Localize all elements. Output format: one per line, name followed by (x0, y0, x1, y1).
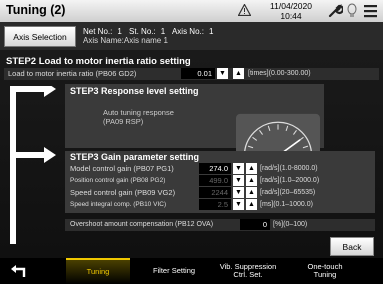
gain-decrease-button[interactable]: ▼ (233, 163, 244, 174)
gain-parameter-title: STEP3 Gain parameter setting (70, 152, 200, 162)
gain-label: Speed integral comp. (PB10 VIC) (70, 201, 167, 208)
gain-row-pb09: Speed control gain (PB09 VG2) 2244 ▼ ▲ [… (65, 187, 375, 198)
tab-filter-setting[interactable]: Filter Setting (142, 258, 206, 284)
net-no-value: 1 (117, 27, 122, 36)
axis-selection-button[interactable]: Axis Selection (4, 26, 76, 47)
gain-decrease-button[interactable]: ▼ (233, 175, 244, 186)
axis-no-label: Axis No.: (171, 27, 204, 36)
overshoot-label: Overshoot amount compensation (PB12 OVA) (70, 221, 214, 228)
page-title: Tuning (2) (6, 3, 66, 17)
gain-label: Model control gain (PB07 PG1) (70, 164, 174, 173)
gain-row-pb10: Speed integral comp. (PB10 VIC) 2.5 ▼ ▲ … (65, 199, 375, 210)
gain-increase-button[interactable]: ▲ (246, 175, 257, 186)
tab-one-touch-tuning[interactable]: One-touch Tuning (290, 258, 360, 284)
tuning-content: STEP2 Load to motor inertia ratio settin… (0, 50, 383, 258)
time-text: 10:44 (280, 11, 302, 21)
return-arrow-icon[interactable] (10, 265, 26, 279)
flow-arrows (10, 86, 56, 244)
axis-info: Net No.: 1 St. No.: 1 Axis No.: 1 Axis Name… (83, 27, 218, 45)
step2-title: STEP2 Load to motor inertia ratio settin… (6, 56, 191, 67)
axis-bar: Axis Selection Net No.: 1 St. No.: 1 Axis … (0, 22, 383, 50)
response-desc-line2: (PA09 RSP) (103, 117, 144, 126)
gain-decrease-button[interactable]: ▼ (233, 199, 244, 210)
gain-value: 2244 (199, 187, 231, 198)
overshoot-unit: [%](0–100) (273, 221, 308, 228)
gain-label: Speed control gain (PB09 VG2) (70, 188, 176, 197)
gain-unit: [rad/s](1.0–2000.0) (260, 177, 320, 184)
tab-label-line2: Ctrl. Set. (233, 270, 263, 279)
st-no-label: St. No.: (129, 27, 156, 36)
axis-name-label: Axis Name: (83, 36, 124, 45)
inertia-ratio-row: Load to motor inertia ratio (PB06 GD2) 0… (4, 68, 379, 80)
inertia-ratio-label: Load to motor inertia ratio (PB06 GD2) (8, 69, 137, 78)
inertia-increase-button[interactable]: ▲ (233, 68, 244, 79)
gain-increase-button[interactable]: ▲ (246, 199, 257, 210)
inertia-ratio-value[interactable]: 0.01 (181, 68, 215, 79)
st-no-value: 1 (160, 27, 166, 36)
axis-no-value: 1 (208, 27, 214, 36)
tab-label-line2: Tuning (313, 270, 337, 279)
tab-tuning[interactable]: Tuning (66, 258, 130, 284)
overshoot-value[interactable]: 0 (240, 219, 270, 230)
gain-unit: [rad/s](20–65535) (260, 189, 316, 196)
gain-increase-button[interactable]: ▲ (246, 163, 257, 174)
menu-icon[interactable] (364, 4, 377, 18)
gain-value[interactable]: 274.0 (199, 163, 231, 174)
datetime: 11/04/2020 10:44 (258, 1, 324, 21)
response-level-title: STEP3 Response level setting (70, 86, 199, 96)
gain-decrease-button[interactable]: ▼ (233, 187, 244, 198)
gain-parameter-panel: STEP3 Gain parameter setting Model contr… (65, 151, 375, 213)
gain-unit: [ms](0.1–1000.0) (260, 201, 313, 208)
inertia-decrease-button[interactable]: ▼ (217, 68, 228, 79)
warning-icon[interactable] (238, 4, 251, 16)
gain-label: Position control gain (PB08 PG2) (70, 177, 166, 184)
wrench-icon[interactable] (327, 3, 343, 19)
gain-unit: [rad/s](1.0-8000.0) (260, 165, 318, 172)
gain-value: 499.0 (199, 175, 231, 186)
gain-value: 2.5 (199, 199, 231, 210)
gain-row-pb07: Model control gain (PB07 PG1) 274.0 ▼ ▲ … (65, 163, 375, 174)
tab-label: Filter Setting (152, 266, 196, 275)
date-text: 11/04/2020 (270, 1, 312, 11)
overshoot-row: Overshoot amount compensation (PB12 OVA)… (65, 219, 375, 231)
tab-label: Tuning (86, 267, 110, 276)
response-level-desc: Auto tuning response (PA09 RSP) (103, 108, 174, 126)
response-desc-line1: Auto tuning response (103, 108, 174, 117)
back-button[interactable]: Back (330, 237, 374, 256)
gain-increase-button[interactable]: ▲ (246, 187, 257, 198)
inertia-ratio-unit: [times](0.00-300.00) (248, 70, 311, 77)
gain-row-pb08: Position control gain (PB08 PG2) 499.0 ▼… (65, 175, 375, 186)
net-no-label: Net No.: (83, 27, 113, 36)
axis-name-value: Axis name 1 (123, 36, 168, 45)
bottom-nav: Tuning Filter Setting Vib. Suppression C… (0, 258, 383, 284)
tab-vib-suppression[interactable]: Vib. Suppression Ctrl. Set. (212, 258, 284, 284)
lightbulb-icon[interactable] (347, 3, 357, 19)
title-bar: Tuning (2) 11/04/2020 10:44 (0, 0, 383, 22)
